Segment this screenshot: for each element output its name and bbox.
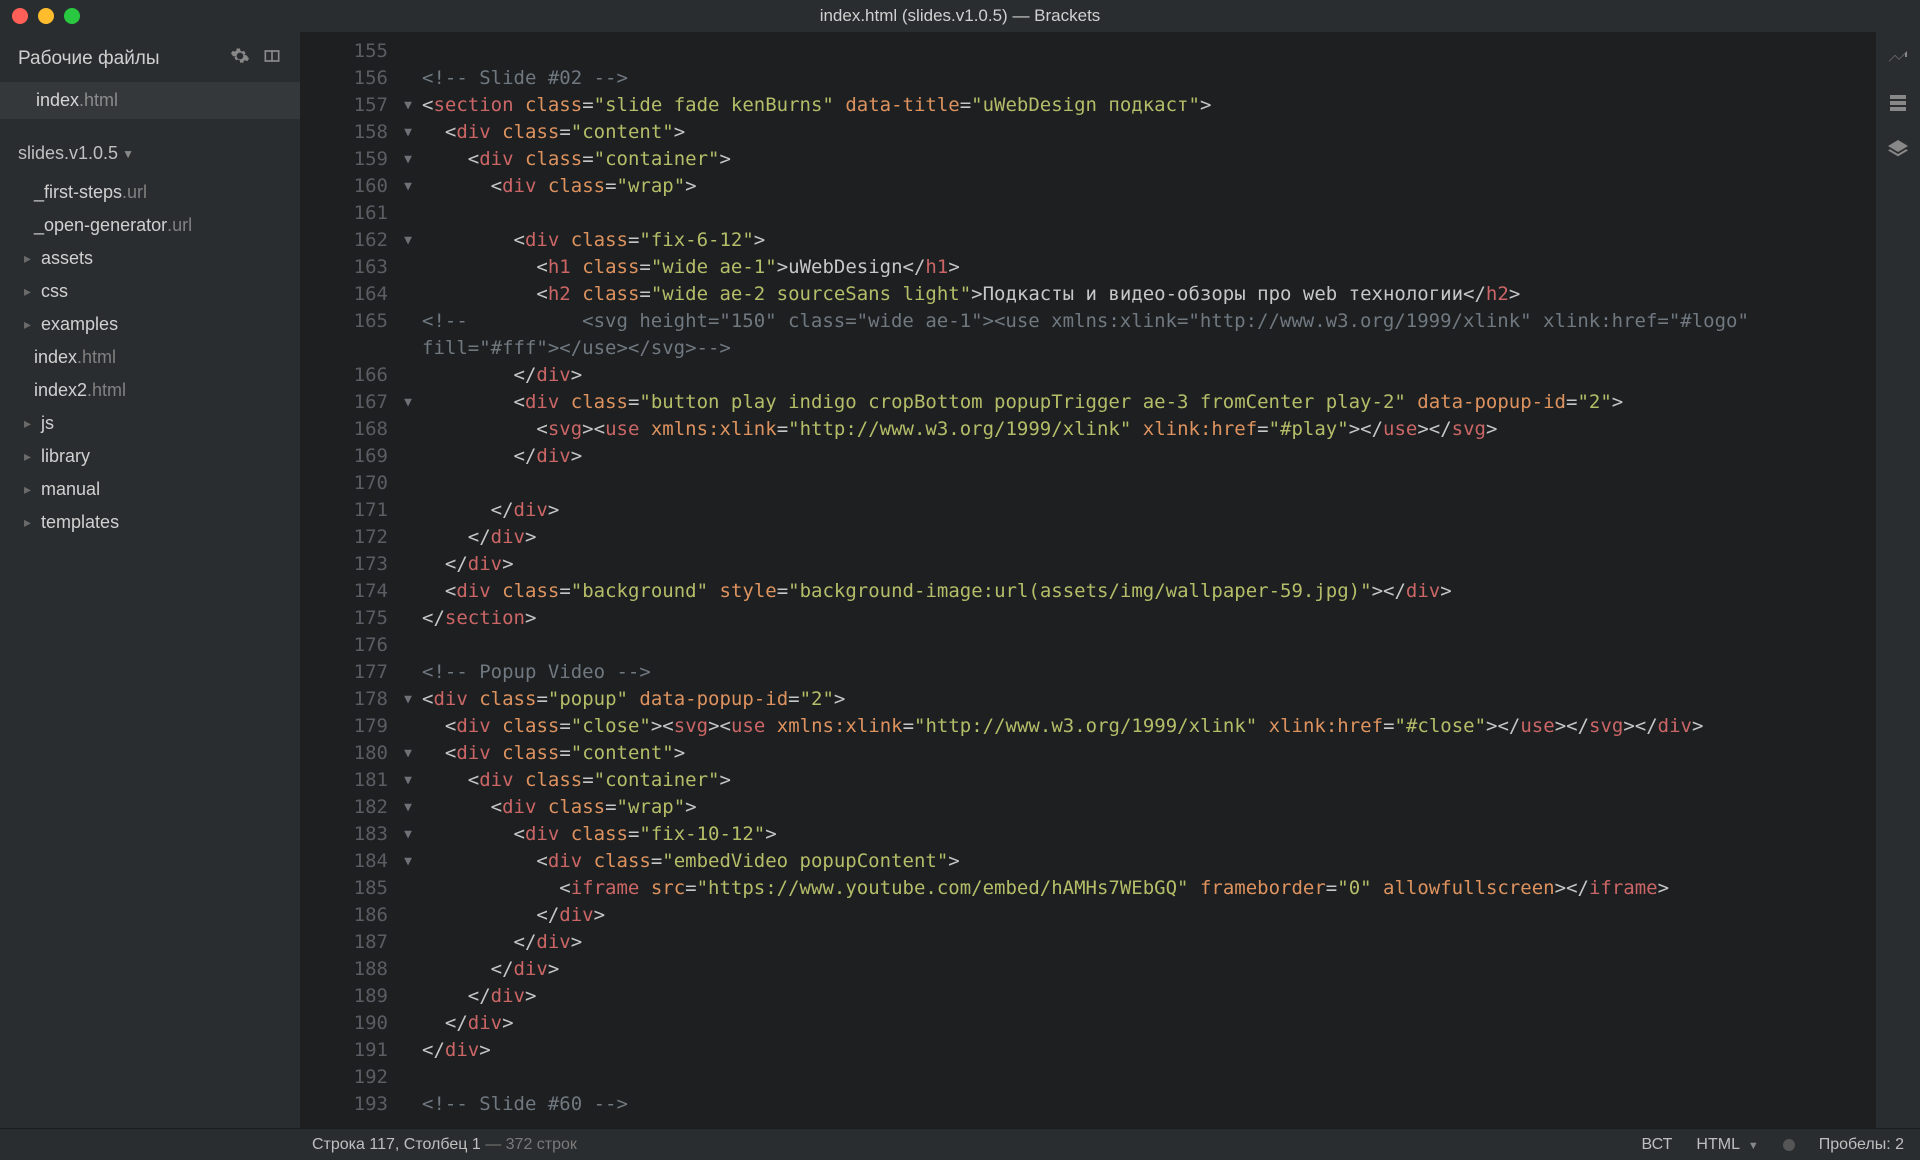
file-item[interactable]: _first-steps.url [0,176,300,209]
indent-setting[interactable]: Пробелы: 2 [1819,1136,1904,1154]
sidebar: Рабочие файлы index.html slides.v1.0.5 ▼… [0,32,300,1128]
window-title: index.html (slides.v1.0.5) — Brackets [820,6,1101,26]
folder-item[interactable]: library [0,440,300,473]
line-count: 372 строк [506,1136,577,1153]
file-tree: _first-steps.url_open-generator.urlasset… [0,172,300,543]
working-files-label: Рабочие файлы [18,48,160,70]
traffic-lights [12,8,80,24]
language-mode[interactable]: HTML ▼ [1696,1136,1758,1154]
split-view-icon[interactable] [262,46,282,72]
folder-item[interactable]: css [0,275,300,308]
folder-item[interactable]: manual [0,473,300,506]
file-item[interactable]: index2.html [0,374,300,407]
live-preview-icon[interactable] [1886,44,1910,73]
close-window-button[interactable] [12,8,28,24]
statusbar: Строка 117, Столбец 1 — 372 строк ВСТ HT… [0,1128,1920,1160]
project-name[interactable]: slides.v1.0.5 ▼ [0,119,300,172]
maximize-window-button[interactable] [64,8,80,24]
project-name-label: slides.v1.0.5 [18,143,118,164]
code-content[interactable]: <!-- Slide #02 --><section class="slide … [422,38,1876,1118]
code-editor[interactable]: 1551561571581591601611621631641651661671… [300,32,1876,1128]
cursor-position[interactable]: Строка 117, Столбец 1 — 372 строк [312,1136,577,1154]
file-item[interactable]: _open-generator.url [0,209,300,242]
chevron-down-icon: ▼ [1748,1140,1759,1152]
gear-icon[interactable] [230,46,250,72]
line-number-gutter: 1551561571581591601611621631641651661671… [300,38,396,1118]
folder-item[interactable]: templates [0,506,300,539]
body-area: Рабочие файлы index.html slides.v1.0.5 ▼… [0,32,1920,1128]
language-label: HTML [1696,1136,1739,1153]
folder-item[interactable]: assets [0,242,300,275]
working-file-item[interactable]: index.html [0,82,300,119]
fold-column[interactable]: ▼▼▼▼▼▼▼▼▼▼▼▼ [398,38,418,1118]
layers-icon[interactable] [1886,138,1910,167]
app-window: index.html (slides.v1.0.5) — Brackets Ра… [0,0,1920,1160]
folder-item[interactable]: js [0,407,300,440]
working-files-list: index.html [0,82,300,119]
extension-manager-icon[interactable] [1886,91,1910,120]
file-item[interactable]: index.html [0,341,300,374]
insert-mode[interactable]: ВСТ [1641,1136,1672,1154]
folder-item[interactable]: examples [0,308,300,341]
main-area: 1551561571581591601611621631641651661671… [300,32,1920,1128]
titlebar[interactable]: index.html (slides.v1.0.5) — Brackets [0,0,1920,32]
cursor-text: Строка 117, Столбец 1 [312,1136,481,1153]
chevron-down-icon: ▼ [122,147,134,161]
right-toolbar [1876,32,1920,1128]
minimize-window-button[interactable] [38,8,54,24]
working-files-header: Рабочие файлы [0,32,300,82]
lint-status-dot[interactable] [1783,1139,1795,1151]
